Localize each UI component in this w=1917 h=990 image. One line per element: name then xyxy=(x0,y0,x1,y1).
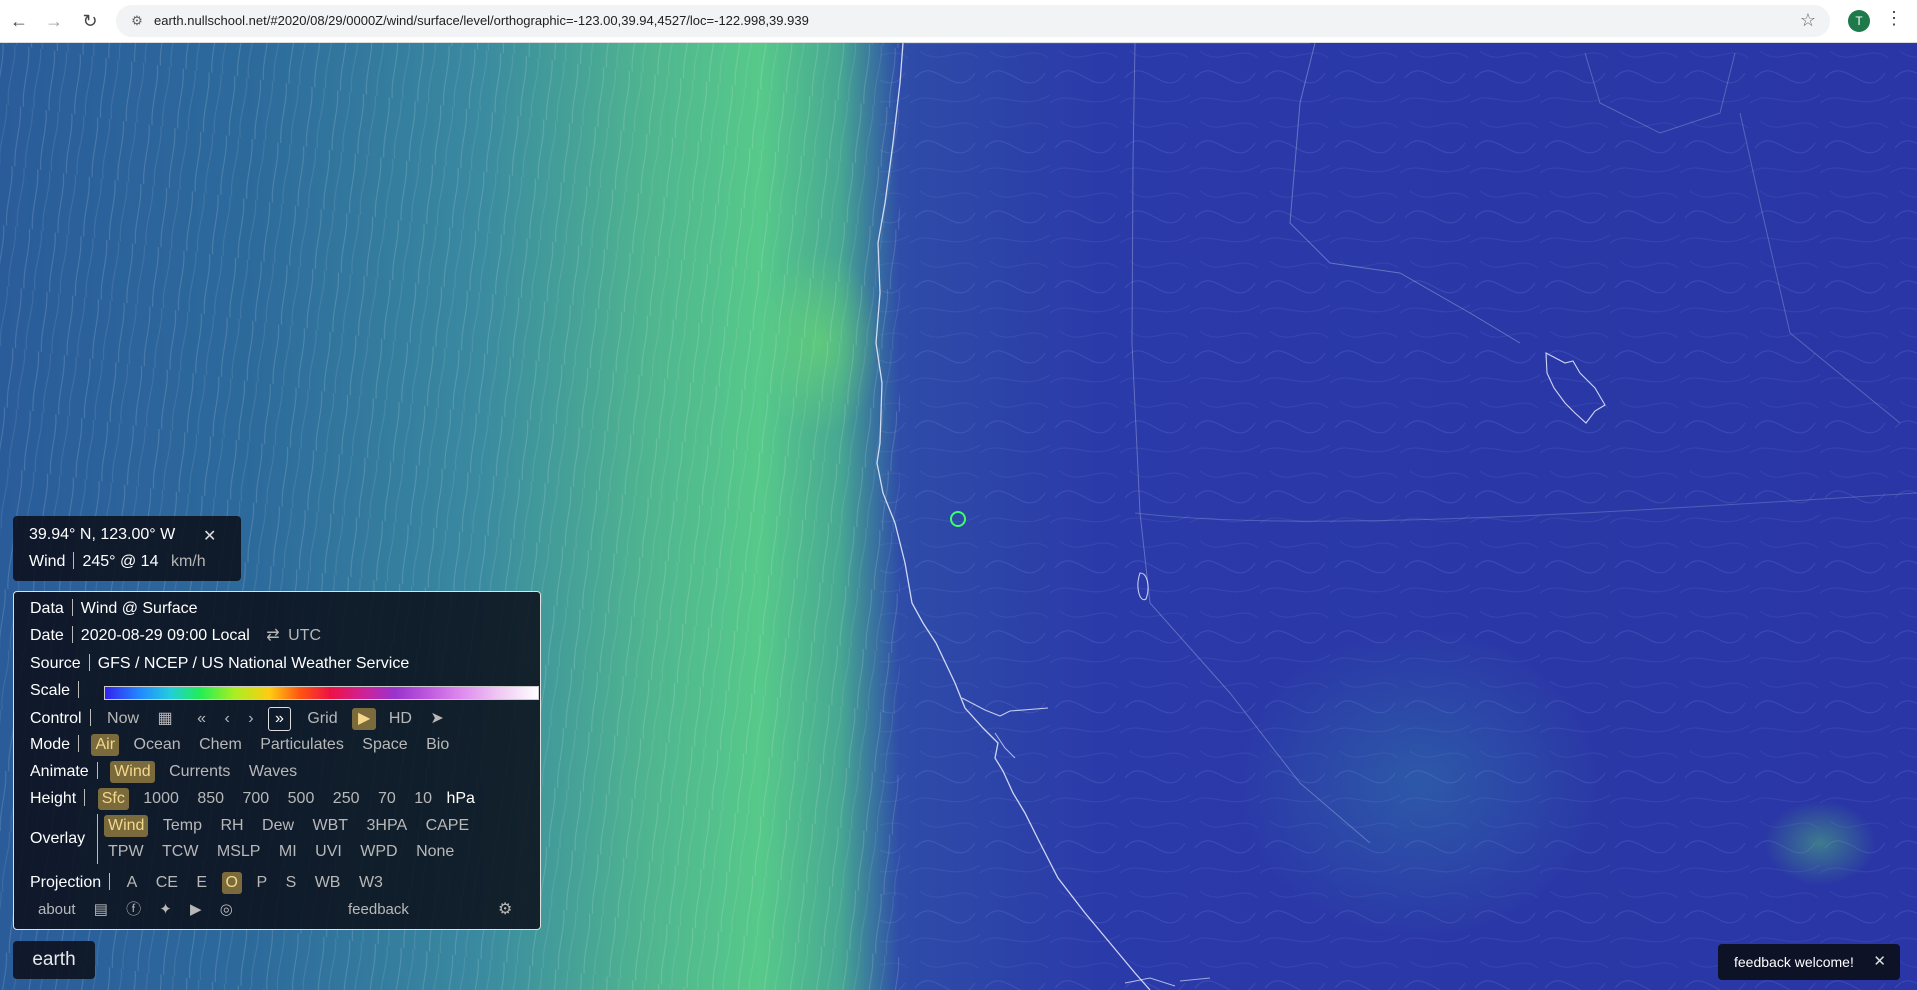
overlay-label: Overlay xyxy=(30,830,86,847)
step-back-icon[interactable]: ‹ xyxy=(220,708,233,730)
height-label: Height xyxy=(30,790,77,807)
data-label: Data xyxy=(30,600,64,617)
reload-icon[interactable]: ↻ xyxy=(78,9,102,33)
animate-label: Animate xyxy=(30,763,89,780)
height-sfc[interactable]: Sfc xyxy=(97,788,129,810)
hd-button[interactable]: HD xyxy=(385,708,416,730)
location-marker[interactable] xyxy=(950,511,966,527)
feedback-toast[interactable]: feedback welcome! ✕ xyxy=(1718,944,1900,980)
projection-ce[interactable]: CE xyxy=(152,872,182,894)
source-value[interactable]: GFS / NCEP / US National Weather Service xyxy=(98,655,410,672)
data-value: Wind @ Surface xyxy=(80,600,198,617)
projection-wb[interactable]: WB xyxy=(311,872,345,894)
projection-w3[interactable]: W3 xyxy=(355,872,387,894)
projection-e[interactable]: E xyxy=(192,872,211,894)
date-label: Date xyxy=(30,627,64,644)
overlay-wpd[interactable]: WPD xyxy=(356,841,401,863)
settings-gear-icon[interactable]: ⚙ xyxy=(494,899,516,921)
color-scale-bar[interactable] xyxy=(104,686,539,700)
facebook-icon[interactable]: ⓕ xyxy=(122,899,145,921)
mode-ocean[interactable]: Ocean xyxy=(130,734,185,756)
overlay-tcw[interactable]: TCW xyxy=(158,841,202,863)
bluesky-icon[interactable]: ✦ xyxy=(155,899,176,921)
overlay-cape[interactable]: CAPE xyxy=(422,815,474,837)
mode-space[interactable]: Space xyxy=(358,734,411,756)
close-icon[interactable]: ✕ xyxy=(1873,952,1886,970)
height-unit: hPa xyxy=(446,790,475,807)
overlay-dew[interactable]: Dew xyxy=(258,815,298,837)
height-250[interactable]: 250 xyxy=(329,788,364,810)
calendar-icon[interactable]: ▦ xyxy=(154,708,177,730)
overlay-divider xyxy=(97,814,98,864)
height-700[interactable]: 700 xyxy=(238,788,273,810)
animate-currents[interactable]: Currents xyxy=(165,761,234,783)
projection-a[interactable]: A xyxy=(123,872,142,894)
projection-p[interactable]: P xyxy=(252,872,271,894)
scale-label: Scale xyxy=(30,682,71,699)
overlay-mslp[interactable]: MSLP xyxy=(213,841,265,863)
overlay-3hpa[interactable]: 3HPA xyxy=(363,815,412,837)
overlay-wbt[interactable]: WBT xyxy=(309,815,353,837)
date-value: 2020-08-29 09:00 Local xyxy=(80,627,250,644)
earth-menu-button[interactable]: earth xyxy=(13,941,95,979)
location-info-panel: 39.94° N, 123.00° W ✕ Wind 245° @ 14 km/h xyxy=(13,516,241,581)
height-500[interactable]: 500 xyxy=(284,788,319,810)
wind-unit[interactable]: km/h xyxy=(171,553,206,570)
height-1000[interactable]: 1000 xyxy=(139,788,183,810)
overlay-none[interactable]: None xyxy=(412,841,458,863)
url-text[interactable]: earth.nullschool.net/#2020/08/29/0000Z/w… xyxy=(154,13,809,28)
wind-value: 245° @ 14 xyxy=(82,553,159,570)
overlay-wind[interactable]: Wind xyxy=(104,815,149,837)
play-icon[interactable]: ▶ xyxy=(352,708,377,730)
browser-toolbar: ← → ↻ ⚙ earth.nullschool.net/#2020/08/29… xyxy=(0,0,1917,43)
back-icon[interactable]: ← xyxy=(7,9,31,33)
browser-menu-icon[interactable]: ⋮ xyxy=(1884,8,1904,29)
overlay-rh[interactable]: RH xyxy=(216,815,247,837)
locate-icon[interactable]: ➤ xyxy=(426,708,447,730)
feedback-link[interactable]: feedback xyxy=(344,899,413,921)
feedback-toast-text[interactable]: feedback welcome! xyxy=(1734,954,1854,970)
bookmark-star-icon[interactable]: ☆ xyxy=(1800,10,1816,31)
mode-bio[interactable]: Bio xyxy=(422,734,453,756)
height-70[interactable]: 70 xyxy=(374,788,400,810)
step-forward-icon[interactable]: › xyxy=(244,708,257,730)
projection-s[interactable]: S xyxy=(282,872,301,894)
address-bar[interactable]: ⚙ earth.nullschool.net/#2020/08/29/0000Z… xyxy=(116,5,1830,37)
mode-particulates[interactable]: Particulates xyxy=(256,734,348,756)
height-850[interactable]: 850 xyxy=(193,788,228,810)
forward-icon[interactable]: → xyxy=(42,9,66,33)
location-coordinates: 39.94° N, 123.00° W xyxy=(29,526,176,543)
news-icon[interactable]: ▤ xyxy=(90,899,112,921)
overlay-tpw[interactable]: TPW xyxy=(104,841,148,863)
mode-chem[interactable]: Chem xyxy=(195,734,246,756)
swap-icon[interactable]: ⇄ xyxy=(266,627,279,644)
animate-waves[interactable]: Waves xyxy=(245,761,301,783)
projection-o[interactable]: O xyxy=(221,872,242,894)
now-button[interactable]: Now xyxy=(103,708,143,730)
overlay-uvi[interactable]: UVI xyxy=(311,841,346,863)
youtube-icon[interactable]: ▶ xyxy=(186,899,206,921)
instagram-icon[interactable]: ◎ xyxy=(216,899,237,921)
control-label: Control xyxy=(30,710,82,727)
profile-avatar[interactable]: T xyxy=(1848,10,1870,32)
menu-panel: Data Wind @ Surface Date 2020-08-29 09:00 … xyxy=(13,591,541,930)
about-link[interactable]: about xyxy=(34,899,80,921)
overlay-temp[interactable]: Temp xyxy=(159,815,206,837)
wind-label: Wind xyxy=(29,553,66,570)
utc-toggle[interactable]: UTC xyxy=(288,627,321,644)
fast-forward-icon[interactable]: » xyxy=(268,707,291,731)
projection-label: Projection xyxy=(30,874,102,891)
height-10[interactable]: 10 xyxy=(410,788,436,810)
mode-label: Mode xyxy=(30,736,71,753)
source-label: Source xyxy=(30,655,81,672)
fast-back-icon[interactable]: « xyxy=(193,708,210,730)
mode-air[interactable]: Air xyxy=(91,734,120,756)
overlay-mi[interactable]: MI xyxy=(275,841,301,863)
animate-wind[interactable]: Wind xyxy=(110,761,155,783)
site-settings-icon[interactable]: ⚙ xyxy=(128,12,146,30)
close-icon[interactable]: ✕ xyxy=(203,526,216,546)
grid-button[interactable]: Grid xyxy=(303,708,341,730)
